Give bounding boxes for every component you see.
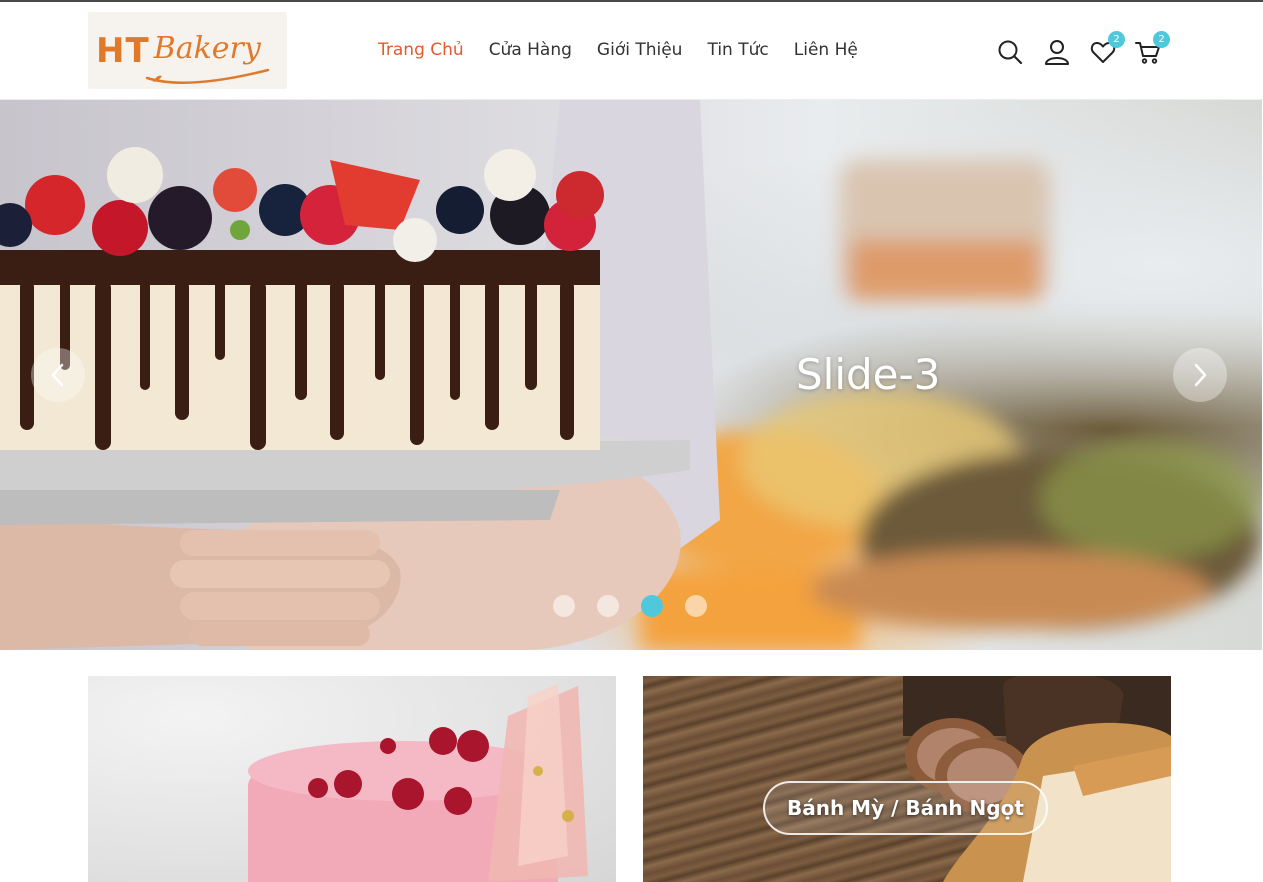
- pink-cake-image: [248, 684, 588, 882]
- user-icon: [1045, 40, 1069, 65]
- search-button[interactable]: [996, 38, 1026, 68]
- category-banner-bread[interactable]: Bánh Mỳ / Bánh Ngọt: [643, 676, 1171, 882]
- cart-button[interactable]: 2: [1134, 31, 1170, 68]
- account-button[interactable]: [1043, 38, 1073, 68]
- slider-pagination: [553, 595, 729, 617]
- nav-item-home[interactable]: Trang Chủ: [378, 40, 464, 60]
- search-icon: [998, 40, 1023, 65]
- hero-cake-image: [0, 100, 1260, 650]
- nav-item-contact[interactable]: Liên Hệ: [794, 40, 858, 60]
- logo-swash-icon: [145, 68, 270, 84]
- chevron-right-icon: [1194, 363, 1207, 387]
- logo-primary-text: HT: [96, 30, 150, 71]
- nav-item-news[interactable]: Tin Tức: [707, 40, 768, 60]
- slide-title: Slide-3: [796, 350, 941, 399]
- cart-count-badge: 2: [1153, 31, 1170, 48]
- bread-image: [903, 676, 1171, 882]
- logo-secondary-text: Bakery: [153, 31, 261, 66]
- category-banner-cakes[interactable]: [88, 676, 616, 882]
- nav-item-shop[interactable]: Cửa Hàng: [489, 40, 572, 60]
- nav-item-about[interactable]: Giới Thiệu: [597, 40, 683, 60]
- site-logo[interactable]: HT Bakery: [88, 12, 287, 89]
- main-nav: Trang Chủ Cửa Hàng Giới Thiệu Tin Tức Li…: [378, 40, 883, 60]
- category-label-bread[interactable]: Bánh Mỳ / Bánh Ngọt: [763, 781, 1048, 835]
- wishlist-count-badge: 2: [1108, 31, 1125, 48]
- slider-dot-1[interactable]: [553, 595, 575, 617]
- site-header: HT Bakery Trang Chủ Cửa Hàng Giới Thiệu …: [0, 0, 1263, 100]
- slider-dot-3[interactable]: [641, 595, 663, 617]
- slider-next-button[interactable]: [1173, 348, 1227, 402]
- slider-dot-4[interactable]: [685, 595, 707, 617]
- chevron-left-icon: [51, 363, 64, 387]
- wishlist-button[interactable]: 2: [1089, 31, 1125, 68]
- slider-dot-2[interactable]: [597, 595, 619, 617]
- slider-prev-button[interactable]: [31, 348, 85, 402]
- hero-slider: Slide-3: [0, 100, 1262, 650]
